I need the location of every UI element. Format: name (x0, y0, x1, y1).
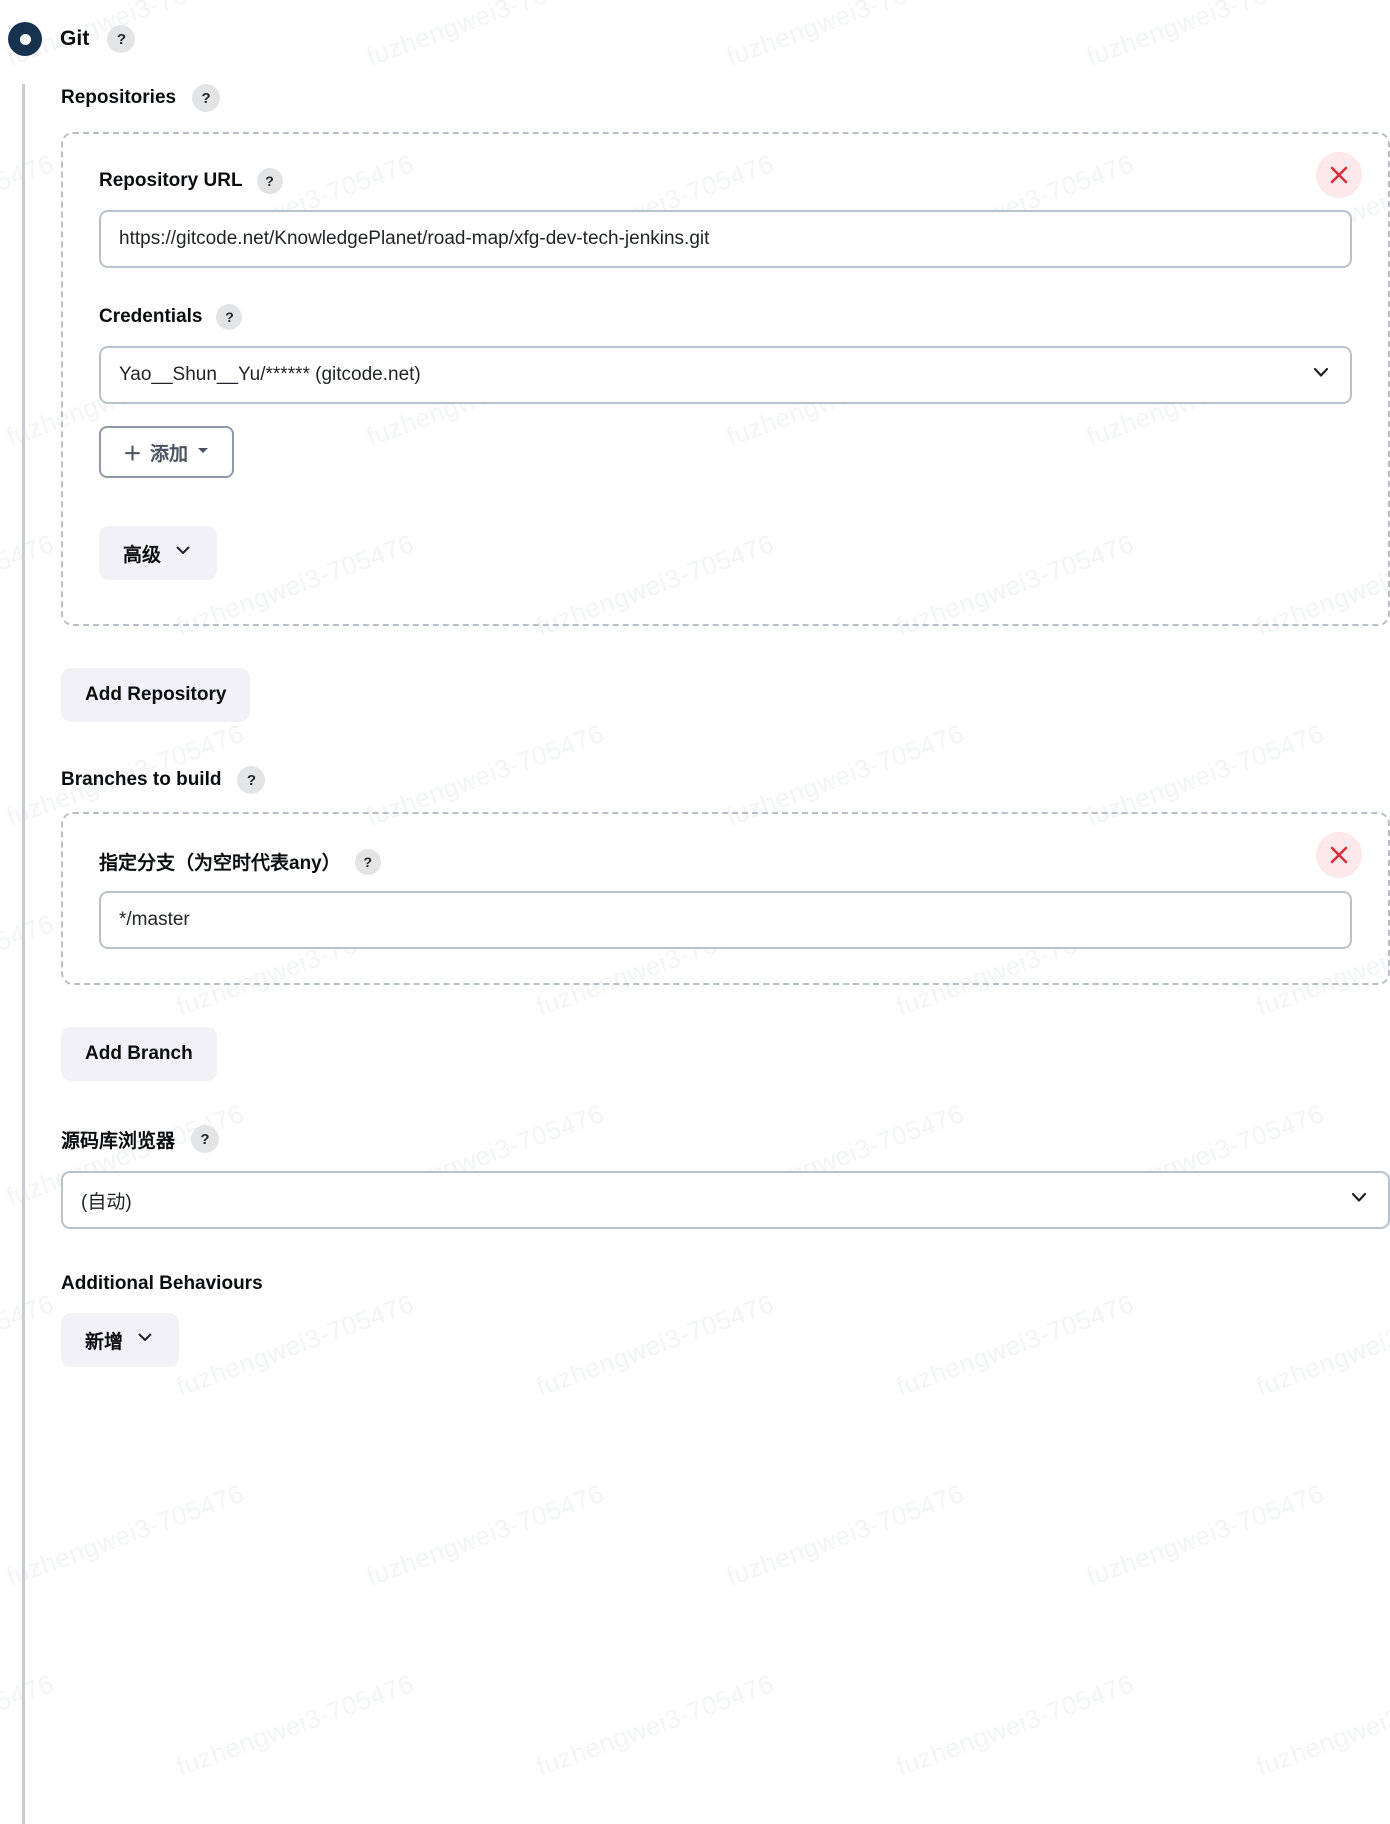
add-credentials-plus-icon: ＋ (123, 439, 142, 466)
repository-advanced-button[interactable]: 高级 (99, 526, 217, 580)
scm-header: Git ? (0, 0, 1390, 62)
add-credentials-button[interactable]: ＋ 添加 (99, 426, 234, 478)
additional-behaviours-add-label: 新增 (85, 1327, 123, 1354)
repository-url-label: Repository URL ? (99, 168, 1352, 194)
credentials-label: Credentials ? (99, 304, 1352, 330)
help-icon-repositories[interactable]: ? (192, 84, 220, 112)
page-title: Git (60, 27, 89, 51)
add-branch-button[interactable]: Add Branch (61, 1027, 217, 1081)
add-branch-label: Add Branch (85, 1043, 193, 1065)
repository-browser-label-text: 源码库浏览器 (61, 1126, 175, 1153)
help-icon-repository-url[interactable]: ? (257, 168, 283, 194)
repository-url-input[interactable] (99, 210, 1352, 268)
branch-block: 指定分支（为空时代表any） ? (61, 812, 1390, 985)
help-icon-repository-browser[interactable]: ? (191, 1125, 219, 1153)
add-repository-button[interactable]: Add Repository (61, 668, 250, 722)
radio-inner-dot (20, 34, 31, 45)
repository-url-label-text: Repository URL (99, 170, 243, 192)
add-credentials-label: 添加 (150, 439, 188, 466)
close-icon (1328, 844, 1350, 866)
branch-spec-input[interactable] (99, 891, 1352, 949)
repositories-label-text: Repositories (61, 87, 176, 109)
repository-url-group: Repository URL ? (99, 168, 1352, 268)
branch-spec-label: 指定分支（为空时代表any） ? (99, 848, 1352, 875)
credentials-label-text: Credentials (99, 306, 202, 328)
repository-advanced-wrap: 高级 (99, 526, 1352, 580)
caret-down-icon (196, 441, 210, 463)
branch-spec-label-text: 指定分支（为空时代表any） (99, 848, 341, 875)
add-branch-wrap: Add Branch (61, 1027, 1390, 1081)
chevron-down-icon (1310, 361, 1332, 389)
credentials-group: Credentials ? Yao__Shun__Yu/****** (gitc… (99, 304, 1352, 478)
credentials-selected-value: Yao__Shun__Yu/****** (gitcode.net) (119, 364, 421, 386)
repository-browser-label: 源码库浏览器 ? (61, 1125, 1390, 1153)
help-icon-branch-spec[interactable]: ? (355, 849, 381, 875)
delete-branch-button[interactable] (1316, 832, 1362, 878)
repository-block: Repository URL ? Credentials ? Yao__Shun… (61, 132, 1390, 626)
chevron-down-icon (1348, 1186, 1370, 1214)
delete-repository-button[interactable] (1316, 152, 1362, 198)
credentials-select[interactable]: Yao__Shun__Yu/****** (gitcode.net) (99, 346, 1352, 404)
branches-label-text: Branches to build (61, 769, 221, 791)
scm-body-rail: Repositories ? Repository URL ? Crede (22, 84, 1390, 1824)
help-icon-git[interactable]: ? (107, 25, 135, 53)
repository-advanced-label: 高级 (123, 540, 161, 567)
scm-radio-git[interactable] (8, 22, 42, 56)
additional-behaviours-add-button[interactable]: 新增 (61, 1313, 179, 1367)
chevron-down-icon (135, 1327, 155, 1353)
additional-behaviours-label: Additional Behaviours (61, 1273, 1390, 1295)
chevron-down-icon (173, 540, 193, 566)
close-icon (1328, 164, 1350, 186)
help-icon-branches[interactable]: ? (237, 766, 265, 794)
git-scm-config-panel: Git ? Repositories ? Repository URL ? (0, 0, 1390, 1824)
repositories-section-label: Repositories ? (61, 84, 1390, 112)
branch-spec-group: 指定分支（为空时代表any） ? (99, 848, 1352, 949)
add-repository-wrap: Add Repository (61, 668, 1390, 722)
add-repository-label: Add Repository (85, 684, 226, 706)
repository-browser-selected-value: (自动) (81, 1187, 132, 1214)
help-icon-credentials[interactable]: ? (216, 304, 242, 330)
branches-section-label: Branches to build ? (61, 766, 1390, 794)
repository-browser-select[interactable]: (自动) (61, 1171, 1390, 1229)
